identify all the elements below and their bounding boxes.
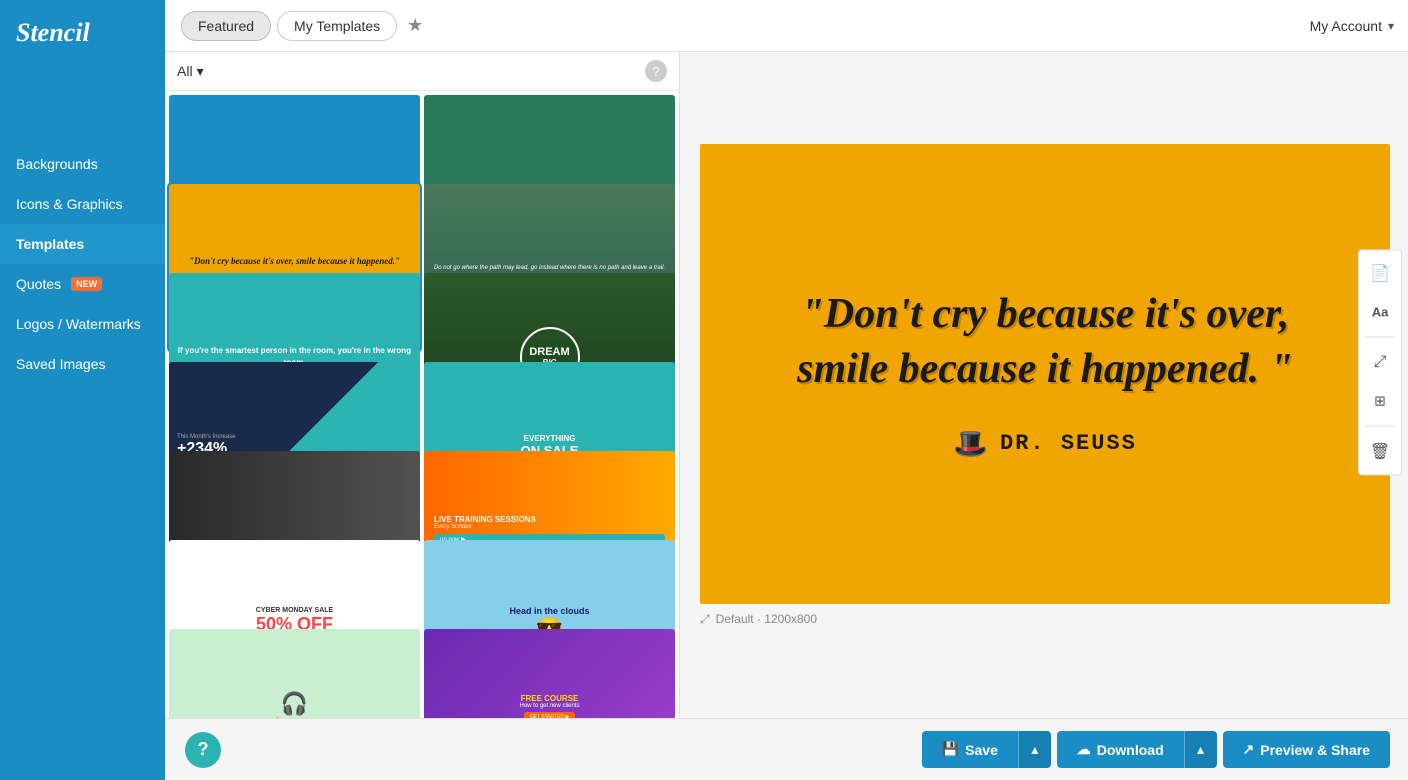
- sidebar-item-label: Saved Images: [16, 356, 106, 372]
- chevron-down-icon: ▾: [1388, 19, 1394, 33]
- tool-resize[interactable]: ⤢: [1365, 347, 1395, 377]
- template-thumb-course[interactable]: FREE COURSE How to get new clients GET S…: [424, 629, 675, 718]
- sidebar-item-logos[interactable]: Logos / Watermarks: [0, 304, 165, 344]
- body-area: All ▾ ? "Don't cry because it's over, sm…: [165, 52, 1408, 718]
- tool-text[interactable]: Aa: [1365, 296, 1395, 326]
- save-btn-group: 💾 Save ▲: [922, 731, 1051, 768]
- canvas-size-label: Default · 1200x800: [716, 612, 817, 626]
- course-btn: GET STARTED ▶: [524, 712, 576, 718]
- canvas-quote-line1: "Don't cry because it's over,: [801, 287, 1290, 342]
- sidebar-nav: Backgrounds Icons & Graphics Templates Q…: [0, 144, 165, 384]
- live-title: LIVE TRAINING SESSIONS: [434, 515, 665, 524]
- live-sub: Every Sunday: [434, 524, 665, 530]
- download-icon: ☁: [1077, 741, 1091, 758]
- main-canvas[interactable]: "Don't cry because it's over, smile beca…: [700, 144, 1390, 604]
- preview-share-button[interactable]: ↗ Preview & Share: [1223, 731, 1390, 768]
- sidebar-item-saved[interactable]: Saved Images: [0, 344, 165, 384]
- sidebar-item-templates[interactable]: Templates: [0, 224, 165, 264]
- download-button[interactable]: ☁ Download: [1057, 731, 1184, 768]
- template-trail-text: Do not go where the path may lead, go in…: [434, 265, 665, 271]
- toolbar-divider: [1365, 336, 1395, 337]
- save-button[interactable]: 💾 Save: [922, 731, 1018, 768]
- share-icon: ↗: [1243, 741, 1255, 758]
- filter-bar: All ▾ ?: [165, 52, 679, 91]
- sidebar: Stencil Backgrounds Icons & Graphics Tem…: [0, 0, 165, 780]
- clouds-title: Head in the clouds: [509, 606, 589, 616]
- quotes-badge: NEW: [71, 277, 102, 291]
- save-dropdown-button[interactable]: ▲: [1018, 731, 1051, 768]
- hat-icon: 🎩: [953, 427, 988, 460]
- right-toolbar: 📄 Aa ⤢ ⊞ 🗑: [1358, 249, 1402, 475]
- bottom-actions: 💾 Save ▲ ☁ Download ▲ ↗ Preview & Share: [922, 731, 1390, 768]
- sidebar-item-backgrounds[interactable]: Backgrounds: [0, 144, 165, 184]
- sidebar-item-label: Icons & Graphics: [16, 196, 123, 212]
- main-area: Featured My Templates ★ My Account ▾ All…: [165, 0, 1408, 780]
- help-button[interactable]: ?: [185, 732, 221, 768]
- template-quote-text: "Don't cry because it's over, smile beca…: [189, 256, 400, 266]
- canvas-container: "Don't cry because it's over, smile beca…: [700, 144, 1390, 604]
- sidebar-item-quotes[interactable]: Quotes NEW: [0, 264, 165, 304]
- filter-label: All: [177, 63, 193, 79]
- tool-delete[interactable]: 🗑: [1365, 436, 1395, 466]
- filter-select[interactable]: All ▾: [177, 63, 204, 80]
- app-logo[interactable]: Stencil: [0, 0, 165, 64]
- canvas-quote-line2: smile because it happened. ": [797, 342, 1293, 397]
- preview-area: "Don't cry because it's over, smile beca…: [680, 52, 1408, 718]
- sidebar-item-label: Logos / Watermarks: [16, 316, 141, 332]
- save-icon: 💾: [942, 741, 959, 758]
- toolbar-divider: [1365, 425, 1395, 426]
- sidebar-item-label: Backgrounds: [16, 156, 98, 172]
- resize-icon: ⤢: [700, 612, 710, 627]
- account-menu[interactable]: My Account ▾: [1310, 18, 1394, 34]
- tool-grid[interactable]: ⊞: [1365, 385, 1395, 415]
- sidebar-item-label: Quotes: [16, 276, 61, 292]
- topbar: Featured My Templates ★ My Account ▾: [165, 0, 1408, 52]
- filter-help-icon[interactable]: ?: [645, 60, 667, 82]
- chevron-down-icon: ▾: [197, 63, 204, 80]
- bottom-bar: ? 💾 Save ▲ ☁ Download ▲ ↗ Preview & Shar…: [165, 718, 1408, 780]
- headset-icon: 🎧: [281, 691, 308, 717]
- canvas-author: DR. SEUSS: [1000, 431, 1137, 456]
- template-panel: All ▾ ? "Don't cry because it's over, sm…: [165, 52, 680, 718]
- sidebar-item-icons-graphics[interactable]: Icons & Graphics: [0, 184, 165, 224]
- favorites-star-icon[interactable]: ★: [407, 15, 423, 36]
- template-thumb-support[interactable]: 🎧 24/7 Support Sign up now: [169, 629, 420, 718]
- canvas-size-info: ⤢ Default · 1200x800: [700, 612, 817, 627]
- canvas-author-row: 🎩 DR. SEUSS: [953, 427, 1137, 460]
- sidebar-item-label: Templates: [16, 236, 84, 252]
- tool-document[interactable]: 📄: [1365, 258, 1395, 288]
- tab-group: Featured My Templates ★: [181, 11, 423, 41]
- tab-featured[interactable]: Featured: [181, 11, 271, 41]
- download-dropdown-button[interactable]: ▲: [1184, 731, 1217, 768]
- account-label: My Account: [1310, 18, 1382, 34]
- download-btn-group: ☁ Download ▲: [1057, 731, 1217, 768]
- template-grid: "Don't cry because it's over, smile beca…: [165, 91, 679, 718]
- tab-my-templates[interactable]: My Templates: [277, 11, 397, 41]
